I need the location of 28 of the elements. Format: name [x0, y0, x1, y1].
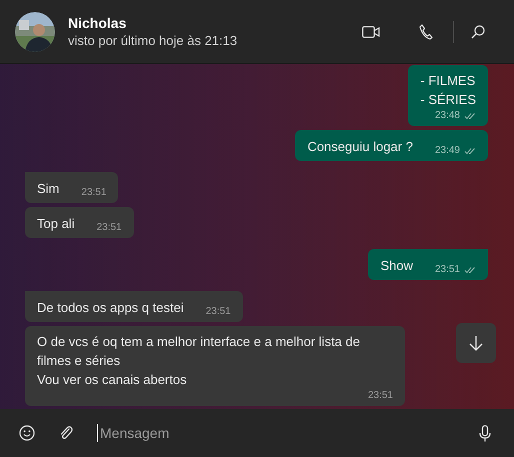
message-time: 23:51 [368, 391, 393, 401]
message-text: - FILMES - SÉRIES [420, 72, 476, 109]
message-time: 23:49 [434, 146, 460, 156]
phone-icon [419, 24, 433, 40]
message-text: Conseguiu logar ? [307, 138, 413, 156]
message-time: 23:48 [434, 111, 460, 121]
paperclip-icon [59, 425, 73, 441]
message-text: Top ali [37, 215, 75, 233]
message-time: 23:51 [96, 223, 122, 233]
last-seen-status: visto por último hoje às 21:13 [68, 32, 238, 50]
message-time: 23:51 [81, 188, 106, 198]
message-text: Sim [37, 180, 60, 198]
message-text: Show [380, 257, 413, 275]
video-camera-icon [362, 26, 380, 38]
double-check-icon [464, 147, 476, 155]
contact-name: Nicholas [68, 14, 128, 32]
microphone-icon [479, 424, 491, 442]
arrow-down-icon [469, 335, 483, 351]
message-time: 23:51 [206, 307, 231, 317]
smiley-icon [19, 425, 35, 441]
message-text: De todos os apps q testei [37, 299, 184, 317]
search-icon [471, 24, 485, 38]
emoji-button[interactable] [18, 424, 36, 442]
message-time: 23:51 [434, 265, 460, 275]
message-text: O de vcs é oq tem a melhor interface e a melhor lista de filmes e séries Vou ver os canais abertos [37, 333, 361, 389]
double-check-icon [464, 112, 476, 120]
scroll-down-button[interactable] [456, 323, 496, 363]
double-check-icon [464, 266, 476, 274]
